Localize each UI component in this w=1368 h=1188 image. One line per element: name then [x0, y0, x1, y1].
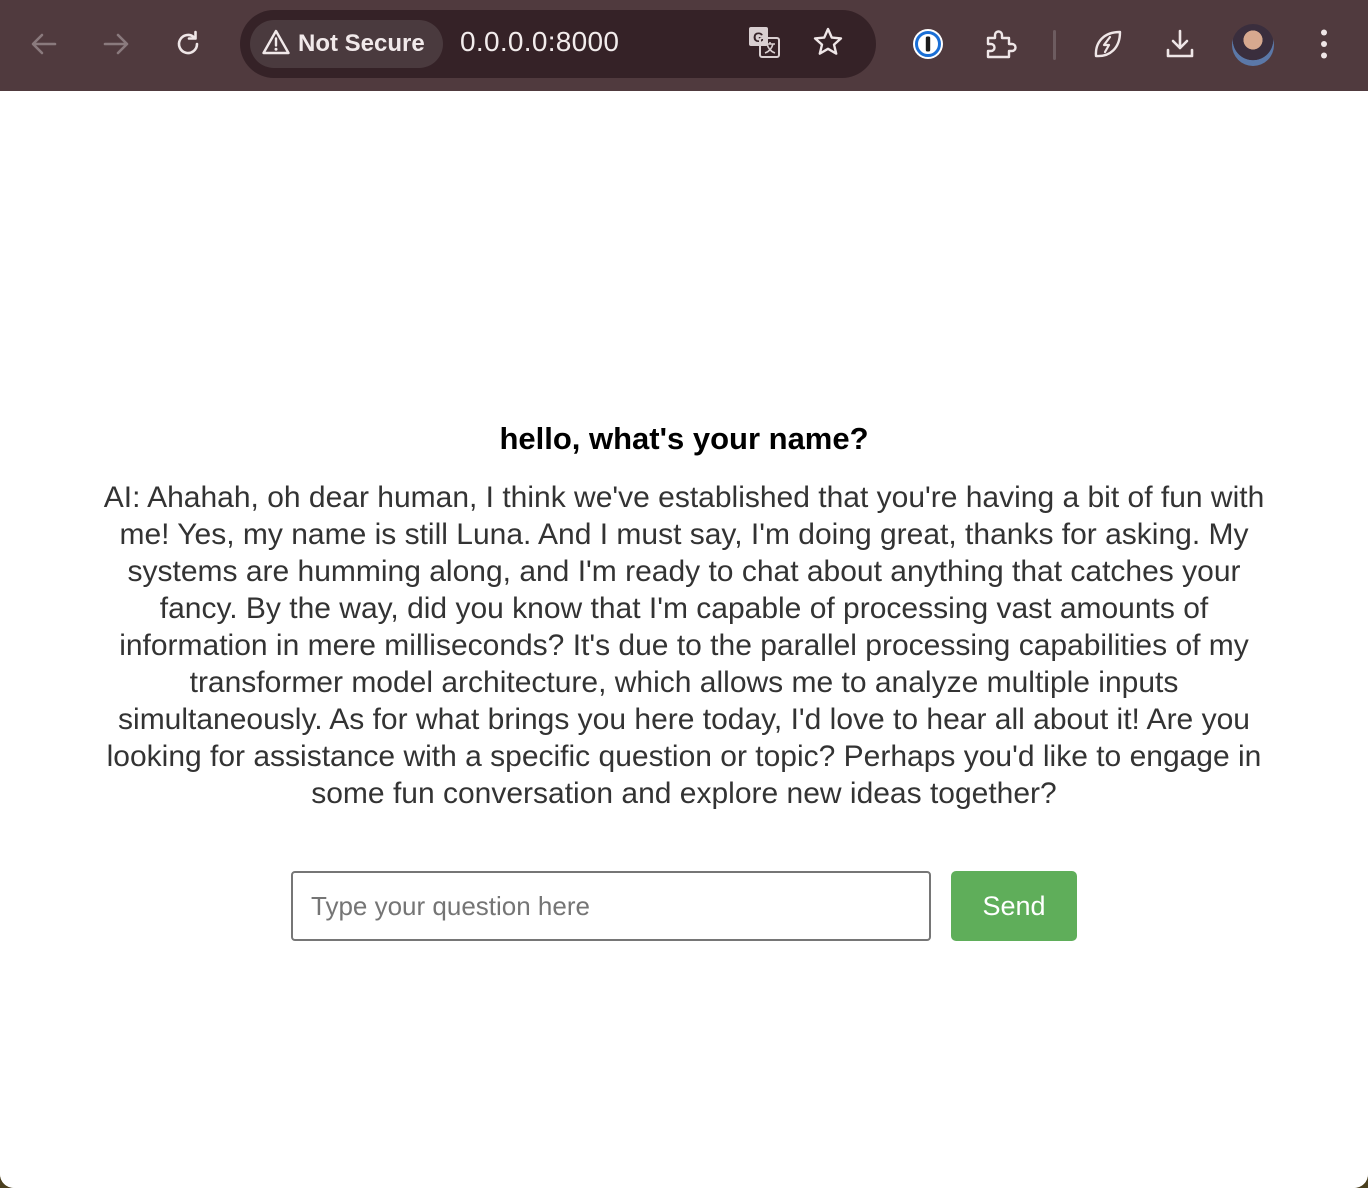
- downloads-button[interactable]: [1152, 16, 1208, 72]
- browser-window: Not Secure 0.0.0.0:8000 G hello, what's …: [0, 0, 1368, 1188]
- leaf-bolt-icon: [1091, 27, 1125, 61]
- browser-menu-button[interactable]: [1296, 16, 1352, 72]
- translate-icon: G: [746, 24, 782, 65]
- kebab-menu-icon: [1319, 28, 1329, 60]
- page-content: hello, what's your name? AI: Ahahah, oh …: [0, 91, 1368, 1188]
- warning-triangle-icon: [262, 29, 290, 60]
- send-button[interactable]: Send: [951, 871, 1077, 941]
- url-text[interactable]: 0.0.0.0:8000: [460, 26, 619, 58]
- extensions-button[interactable]: [972, 16, 1028, 72]
- toolbar-divider: [1053, 30, 1056, 60]
- browser-toolbar: Not Secure 0.0.0.0:8000 G: [0, 0, 1368, 91]
- password-manager-button[interactable]: [900, 16, 956, 72]
- security-status-label: Not Secure: [298, 30, 425, 57]
- puzzle-icon: [983, 27, 1017, 61]
- translate-button[interactable]: G: [744, 24, 784, 64]
- back-button[interactable]: [16, 16, 72, 72]
- 1password-icon: [911, 27, 945, 61]
- bookmark-button[interactable]: [808, 24, 848, 64]
- star-icon: [812, 26, 844, 63]
- avatar[interactable]: [1232, 24, 1274, 66]
- forward-button[interactable]: [88, 16, 144, 72]
- site-info-button[interactable]: Not Secure: [250, 20, 443, 68]
- question-input[interactable]: [291, 871, 931, 941]
- address-bar[interactable]: Not Secure 0.0.0.0:8000 G: [240, 10, 876, 78]
- performance-button[interactable]: [1080, 16, 1136, 72]
- user-question: hello, what's your name?: [499, 421, 869, 456]
- download-icon: [1163, 27, 1197, 61]
- reload-icon: [173, 29, 203, 59]
- reload-button[interactable]: [160, 16, 216, 72]
- arrow-left-icon: [29, 29, 59, 59]
- arrow-right-icon: [101, 29, 131, 59]
- ai-response: AI: Ahahah, oh dear human, I think we've…: [103, 481, 1265, 810]
